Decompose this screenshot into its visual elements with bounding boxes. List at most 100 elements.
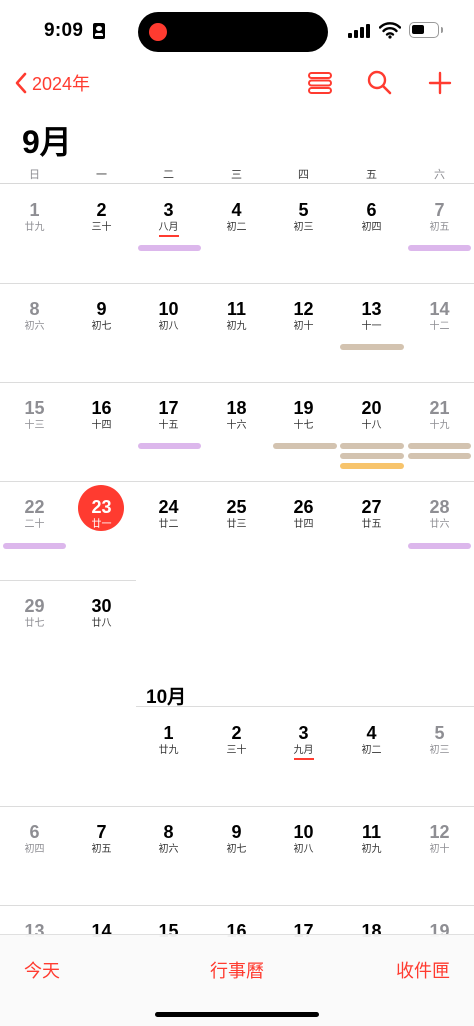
day-cell-sep-9[interactable]: 9 初七 — [68, 299, 135, 359]
day-cell-oct-3[interactable]: 3 九月 — [270, 723, 337, 783]
lunar-date: 十八 — [361, 420, 382, 431]
lunar-date: 初六 — [158, 844, 179, 855]
lunar-date: 初十 — [293, 321, 314, 332]
day-cell-sep-16[interactable]: 16 十四 — [68, 398, 135, 458]
day-cell-sep-26[interactable]: 26 廿四 — [270, 497, 337, 557]
inbox-button[interactable]: 收件匣 — [396, 957, 450, 983]
day-number: 4 — [231, 200, 242, 220]
event-bar[interactable] — [408, 245, 471, 251]
month-grid: 1 廿九 2 三十 3 八月 4 初二 5 初三 6 初四 7 初五 8 初六 9 初七 10 初八… — [0, 0, 474, 1026]
week-divider — [0, 283, 474, 284]
event-bar[interactable] — [340, 463, 404, 469]
day-number: 2 — [231, 723, 242, 743]
event-bar[interactable] — [340, 443, 404, 449]
week-divider — [0, 580, 136, 581]
lunar-date: 十二 — [429, 321, 450, 332]
lunar-month-start: 九月 — [293, 745, 314, 760]
day-cell-sep-4[interactable]: 4 初二 — [203, 200, 270, 260]
day-number: 3 — [298, 723, 309, 743]
day-cell-sep-23-today[interactable]: 23 廿一 — [68, 485, 135, 557]
day-number: 26 — [293, 497, 314, 517]
day-cell-oct-6[interactable]: 6 初四 — [1, 822, 68, 882]
day-cell-oct-4[interactable]: 4 初二 — [338, 723, 405, 783]
event-bar[interactable] — [408, 453, 471, 459]
day-number: 8 — [163, 822, 174, 842]
day-number: 22 — [24, 497, 45, 517]
day-cell-sep-2[interactable]: 2 三十 — [68, 200, 135, 260]
lunar-date: 廿九 — [158, 745, 179, 756]
home-indicator[interactable] — [155, 1012, 319, 1017]
lunar-date: 初九 — [361, 844, 382, 855]
day-cell-sep-19[interactable]: 19 十七 — [270, 398, 337, 458]
lunar-date: 十四 — [91, 420, 112, 431]
lunar-date: 初四 — [361, 222, 382, 233]
day-cell-oct-5[interactable]: 5 初三 — [406, 723, 473, 783]
day-cell-sep-27[interactable]: 27 廿五 — [338, 497, 405, 557]
day-cell-sep-10[interactable]: 10 初八 — [135, 299, 202, 359]
day-number: 12 — [293, 299, 314, 319]
day-cell-sep-6[interactable]: 6 初四 — [338, 200, 405, 260]
day-cell-sep-21[interactable]: 21 十九 — [406, 398, 473, 458]
calendars-button[interactable]: 行事曆 — [210, 957, 264, 983]
day-cell-oct-7[interactable]: 7 初五 — [68, 822, 135, 882]
lunar-date: 廿三 — [226, 519, 247, 530]
lunar-date: 廿六 — [429, 519, 450, 530]
day-cell-sep-30[interactable]: 30 廿八 — [68, 596, 135, 656]
day-cell-oct-9[interactable]: 9 初七 — [203, 822, 270, 882]
event-bar[interactable] — [408, 443, 471, 449]
day-cell-sep-11[interactable]: 11 初九 — [203, 299, 270, 359]
lunar-date: 廿九 — [24, 222, 45, 233]
day-cell-sep-1[interactable]: 1 廿九 — [1, 200, 68, 260]
event-bar[interactable] — [273, 443, 337, 449]
day-number: 15 — [24, 398, 45, 418]
day-cell-sep-13[interactable]: 13 十一 — [338, 299, 405, 359]
day-number: 9 — [96, 299, 107, 319]
lunar-date: 十七 — [293, 420, 314, 431]
day-cell-sep-25[interactable]: 25 廿三 — [203, 497, 270, 557]
day-cell-oct-11[interactable]: 11 初九 — [338, 822, 405, 882]
day-cell-sep-5[interactable]: 5 初三 — [270, 200, 337, 260]
day-number: 19 — [293, 398, 314, 418]
event-bar[interactable] — [340, 344, 404, 350]
lunar-date: 廿四 — [293, 519, 314, 530]
day-cell-sep-20[interactable]: 20 十八 — [338, 398, 405, 458]
month-divider — [136, 706, 474, 707]
today-button[interactable]: 今天 — [24, 957, 60, 983]
day-cell-oct-8[interactable]: 8 初六 — [135, 822, 202, 882]
day-cell-sep-12[interactable]: 12 初十 — [270, 299, 337, 359]
lunar-month-start: 八月 — [158, 222, 179, 237]
event-bar[interactable] — [138, 443, 201, 449]
week-divider — [0, 905, 474, 906]
day-number: 10 — [293, 822, 314, 842]
lunar-date: 廿五 — [361, 519, 382, 530]
day-cell-oct-2[interactable]: 2 三十 — [203, 723, 270, 783]
lunar-date: 廿一 — [91, 519, 112, 530]
day-cell-sep-29[interactable]: 29 廿七 — [1, 596, 68, 656]
event-bar[interactable] — [3, 543, 66, 549]
day-cell-sep-7[interactable]: 7 初五 — [406, 200, 473, 260]
lunar-date: 初三 — [293, 222, 314, 233]
lunar-date: 廿八 — [91, 618, 112, 629]
day-cell-oct-10[interactable]: 10 初八 — [270, 822, 337, 882]
lunar-date: 初五 — [91, 844, 112, 855]
day-cell-sep-3[interactable]: 3 八月 — [135, 200, 202, 260]
month-title-october: 10月 — [146, 687, 187, 708]
day-number: 3 — [163, 200, 174, 220]
day-cell-oct-12[interactable]: 12 初十 — [406, 822, 473, 882]
day-cell-sep-24[interactable]: 24 廿二 — [135, 497, 202, 557]
day-number: 7 — [434, 200, 445, 220]
day-cell-oct-1[interactable]: 1 廿九 — [135, 723, 202, 783]
day-number: 1 — [163, 723, 174, 743]
day-cell-sep-14[interactable]: 14 十二 — [406, 299, 473, 359]
lunar-date: 初十 — [429, 844, 450, 855]
lunar-date: 初二 — [226, 222, 247, 233]
lunar-date: 十三 — [24, 420, 45, 431]
event-bar[interactable] — [138, 245, 201, 251]
day-cell-sep-18[interactable]: 18 十六 — [203, 398, 270, 458]
event-bar[interactable] — [408, 543, 471, 549]
event-bar[interactable] — [340, 453, 404, 459]
day-number: 27 — [361, 497, 382, 517]
day-cell-sep-15[interactable]: 15 十三 — [1, 398, 68, 458]
day-cell-sep-17[interactable]: 17 十五 — [135, 398, 202, 458]
day-cell-sep-8[interactable]: 8 初六 — [1, 299, 68, 359]
